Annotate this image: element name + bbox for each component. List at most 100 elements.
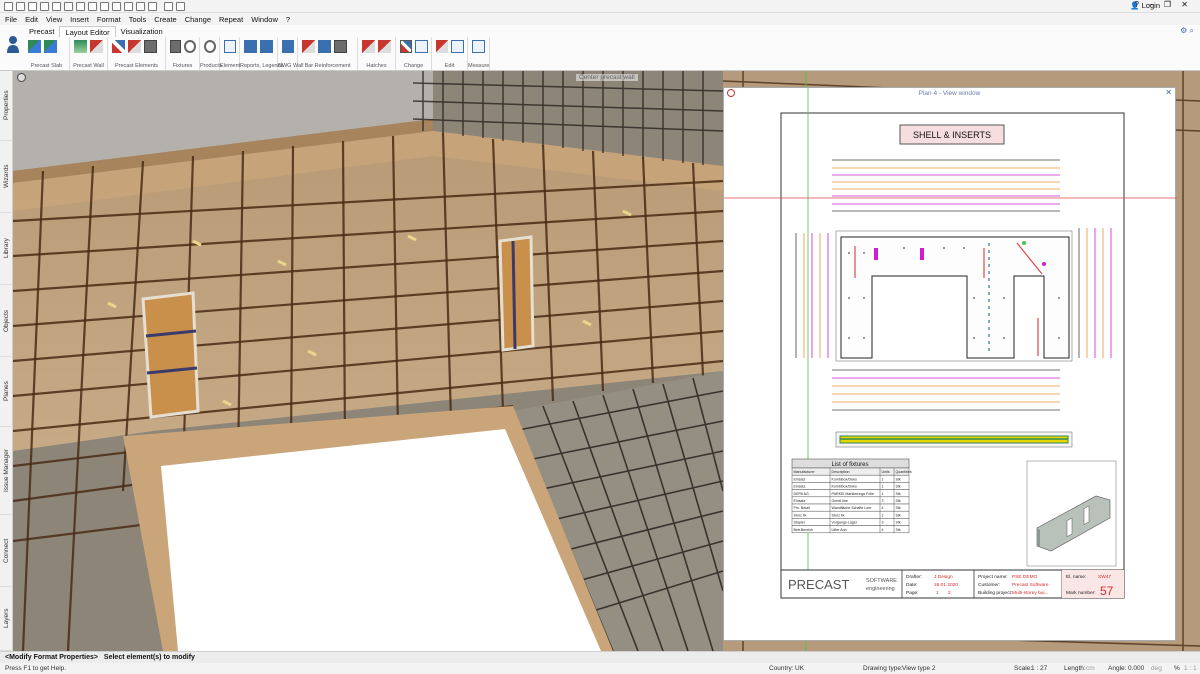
dock-tab-wizards[interactable]: Wizards [0, 141, 13, 213]
viewport-options-icon[interactable] [17, 73, 26, 82]
menu-format[interactable]: Format [97, 15, 121, 24]
fixtures-title: List of fixtures [831, 462, 868, 468]
group-label: Edit [444, 63, 455, 69]
redo-icon[interactable] [112, 2, 121, 11]
element-box-icon[interactable] [223, 40, 236, 53]
country-value[interactable]: UK [795, 663, 804, 674]
refresh-icon[interactable] [148, 2, 157, 11]
report-icon[interactable] [243, 40, 257, 53]
table-cell: 1 [882, 492, 884, 496]
menu-view[interactable]: View [46, 15, 62, 24]
menu-repeat[interactable]: Repeat [219, 15, 243, 24]
hatch-fill-icon[interactable] [377, 40, 391, 53]
fixture-icon[interactable] [169, 40, 181, 53]
table-cell: Sturz fix [794, 513, 807, 517]
ribbon-groups: Precast Slab Precast Wall Precast Elemen… [24, 37, 490, 70]
group-label: Element [220, 63, 241, 69]
window-controls[interactable]: ? – ❐ ✕ [1135, 0, 1192, 9]
menu-create[interactable]: Create [154, 15, 177, 24]
group-change: Change [396, 37, 432, 70]
drawing-sheet[interactable]: SHELL & INSERTS List of fixtures Manufac… [724, 88, 1177, 642]
menu-help[interactable]: ? [286, 15, 290, 24]
table-cell: Einsatz [794, 485, 806, 489]
print-icon[interactable] [40, 2, 49, 11]
logo-software: SOFTWARE [866, 578, 897, 584]
angle-value[interactable]: 0.000 [1128, 663, 1144, 674]
precast-wall-icon[interactable] [73, 40, 87, 53]
fixture-place-icon[interactable] [183, 40, 196, 53]
rebar-shape-icon[interactable] [333, 40, 347, 53]
element-copy-icon[interactable] [143, 40, 157, 53]
table-cell: Stk [896, 485, 901, 489]
dock-tab-objects[interactable]: Objects [0, 285, 13, 357]
legend-icon[interactable] [259, 40, 273, 53]
rebar-icon[interactable] [301, 40, 315, 53]
length-unit: cm [1086, 665, 1095, 672]
date-label: Date: [906, 582, 917, 588]
mesh-icon[interactable] [317, 40, 331, 53]
delete-icon[interactable] [435, 40, 448, 53]
undo-icon[interactable] [100, 2, 109, 11]
user-avatar-icon[interactable] [6, 35, 20, 57]
tab-precast[interactable]: Precast [24, 26, 59, 37]
tab-layout-editor[interactable]: Layout Editor [59, 26, 116, 37]
view-icon[interactable] [124, 2, 133, 11]
menu-file[interactable]: File [5, 15, 17, 24]
nwg-wall-icon[interactable] [281, 40, 294, 53]
measure-icon[interactable] [471, 40, 485, 53]
drawing-type-value[interactable]: View type 2 [902, 663, 935, 674]
zoom-icon[interactable] [136, 2, 145, 11]
plan-view-window[interactable]: Plan 4 - View window ✕ SHELL & INSERTS L… [723, 87, 1177, 642]
menu-insert[interactable]: Insert [70, 15, 89, 24]
tools-icon[interactable] [164, 2, 173, 11]
dock-tab-properties[interactable]: Properties [0, 71, 13, 141]
copy-icon[interactable] [76, 2, 85, 11]
change-pen-icon[interactable] [399, 40, 412, 53]
dock-tab-planes[interactable]: Planes [0, 357, 13, 427]
dock-tab-library[interactable]: Library [0, 213, 13, 285]
group-reports: Reports, Legends [240, 37, 284, 70]
table-cell: 4 [882, 528, 884, 532]
settings-icon[interactable] [176, 2, 185, 11]
table-cell: Stk [896, 513, 901, 517]
element-edit-icon[interactable] [127, 40, 141, 53]
menu-window[interactable]: Window [251, 15, 278, 24]
element-icon[interactable] [111, 40, 125, 53]
menu-tools[interactable]: Tools [129, 15, 147, 24]
table-header-cell: Description [832, 470, 850, 474]
change-tool-icon[interactable] [415, 40, 428, 53]
project-label: Project name: [978, 574, 1008, 580]
ribbon: Precast Layout Editor Visualization ⚙ ⌕ … [0, 25, 1200, 71]
command-status-bar: <Modify Format Properties> Select elemen… [0, 651, 1200, 663]
wall-layout-icon[interactable] [89, 40, 103, 53]
ribbon-tabs: Precast Layout Editor Visualization [24, 26, 168, 37]
slab-layout-icon[interactable] [43, 40, 57, 53]
drawing-type-label: Drawing type: [863, 665, 903, 672]
dock-tab-issue-manager[interactable]: Issue Manager [0, 427, 13, 515]
menu-edit[interactable]: Edit [25, 15, 38, 24]
dock-tab-layers[interactable]: Layers [0, 587, 13, 651]
menu-change[interactable]: Change [185, 15, 211, 24]
scale-value[interactable]: 1 : 27 [1031, 663, 1047, 674]
cut-icon[interactable] [64, 2, 73, 11]
new-file-icon[interactable] [4, 2, 13, 11]
paste-icon[interactable] [88, 2, 97, 11]
group-fixtures: Fixtures [166, 37, 200, 70]
length-label: Length: [1064, 665, 1086, 672]
hatch-icon[interactable] [361, 40, 375, 53]
table-cell: Stapler [794, 521, 806, 525]
tab-visualization[interactable]: Visualization [116, 26, 168, 37]
group-label: Reports, Legends [240, 63, 284, 69]
open-file-icon[interactable] [16, 2, 25, 11]
search-icon[interactable]: ⌕ [1190, 26, 1194, 35]
text-edit-icon[interactable] [450, 40, 464, 53]
save-icon[interactable] [28, 2, 37, 11]
gear-icon[interactable]: ⚙ [1180, 26, 1187, 35]
table-cell: Stk [896, 528, 901, 532]
precast-slab-icon[interactable] [27, 40, 41, 53]
table-cell: Sturz fix [832, 513, 845, 517]
products-icon[interactable] [203, 40, 216, 53]
dock-tab-connect[interactable]: Connect [0, 515, 13, 587]
table-cell: Stk [896, 506, 901, 510]
export-icon[interactable] [52, 2, 61, 11]
